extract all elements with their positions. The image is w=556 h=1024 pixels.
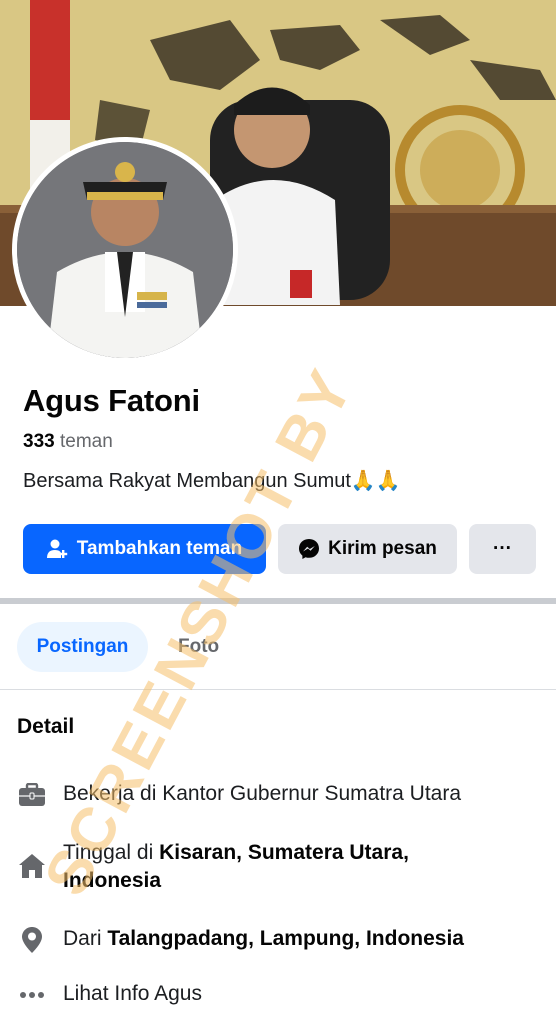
lives-prefix: Tinggal di xyxy=(63,841,160,864)
tab-photos[interactable]: Foto xyxy=(178,622,219,672)
add-friend-button[interactable]: Tambahkan teman xyxy=(23,524,266,574)
more-dots-icon xyxy=(20,992,44,998)
send-message-button[interactable]: Kirim pesan xyxy=(278,524,457,574)
detail-lives: Tinggal di Kisaran, Sumatera Utara, Indo… xyxy=(17,839,503,895)
detail-heading: Detail xyxy=(17,715,75,738)
see-more-info[interactable]: Lihat Info Agus xyxy=(17,980,503,1010)
more-options-button[interactable]: ··· xyxy=(469,524,536,574)
detail-from-text: Dari Talangpadang, Lampung, Indonesia xyxy=(63,925,503,953)
friend-count-number: 333 xyxy=(23,431,55,452)
home-icon xyxy=(19,854,45,878)
profile-avatar[interactable] xyxy=(12,137,238,363)
detail-work: Bekerja di Kantor Gubernur Sumatra Utara xyxy=(17,780,503,810)
more-dots-icon: ··· xyxy=(493,538,512,559)
tabs-divider xyxy=(0,689,556,690)
send-message-label: Kirim pesan xyxy=(328,538,437,559)
from-place[interactable]: Talangpadang, Lampung, Indonesia xyxy=(107,927,464,950)
detail-from: Dari Talangpadang, Lampung, Indonesia xyxy=(17,925,503,955)
detail-work-text: Bekerja di Kantor Gubernur Sumatra Utara xyxy=(63,782,462,805)
location-pin-icon xyxy=(22,927,42,953)
profile-bio: Bersama Rakyat Membangun Sumut🙏🙏 xyxy=(23,470,401,492)
see-more-info-text: Lihat Info Agus xyxy=(63,982,202,1005)
tab-posts[interactable]: Postingan xyxy=(17,622,148,672)
detail-lives-text: Tinggal di Kisaran, Sumatera Utara, Indo… xyxy=(63,839,503,895)
friend-count-label: teman xyxy=(59,431,113,452)
from-prefix: Dari xyxy=(63,927,108,950)
user-plus-icon xyxy=(46,539,67,558)
messenger-icon xyxy=(299,539,320,559)
avatar-photo xyxy=(17,142,233,358)
section-divider xyxy=(0,598,556,604)
friend-count[interactable]: 333 teman xyxy=(23,431,113,453)
add-friend-label: Tambahkan teman xyxy=(76,538,243,559)
briefcase-icon xyxy=(19,783,45,806)
profile-name: Agus Fatoni xyxy=(23,383,200,418)
